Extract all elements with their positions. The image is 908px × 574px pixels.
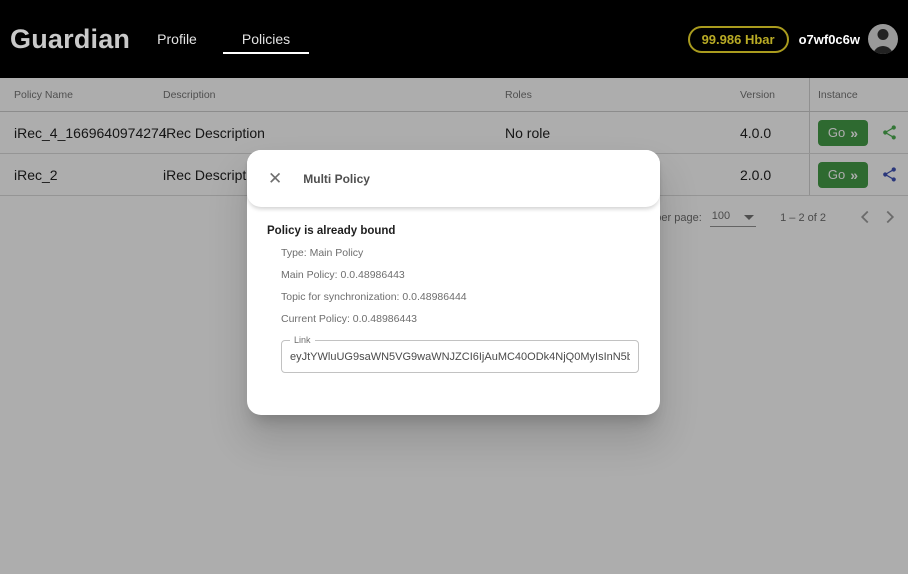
- link-input[interactable]: [290, 351, 630, 363]
- dialog-title: Multi Policy: [303, 172, 370, 186]
- link-field-wrapper: Link: [281, 340, 639, 373]
- tab-policies-label: Policies: [242, 31, 290, 47]
- hbar-balance-badge: 99.986 Hbar: [688, 26, 789, 53]
- username-label: o7wf0c6w: [799, 32, 860, 47]
- tab-profile-label: Profile: [157, 31, 197, 47]
- nav-tabs: Profile Policies: [134, 0, 312, 78]
- avatar-body-shape: [873, 46, 893, 54]
- sync-topic-text: Topic for synchronization: 0.0.48986444: [281, 291, 640, 304]
- tab-policies[interactable]: Policies: [223, 0, 309, 78]
- top-nav-bar: Guardian Profile Policies 99.986 Hbar o7…: [0, 0, 908, 78]
- nav-right-group: 99.986 Hbar o7wf0c6w: [688, 24, 898, 54]
- link-field-label: Link: [290, 335, 315, 345]
- policy-bound-heading: Policy is already bound: [267, 225, 640, 237]
- multi-policy-dialog: ✕ Multi Policy Policy is already bound T…: [247, 150, 660, 415]
- tab-profile[interactable]: Profile: [134, 0, 220, 78]
- dialog-header: ✕ Multi Policy: [247, 150, 660, 207]
- main-policy-text: Main Policy: 0.0.48986443: [281, 269, 640, 282]
- current-policy-text: Current Policy: 0.0.48986443: [281, 313, 640, 326]
- guardian-logo: Guardian: [10, 24, 114, 55]
- policy-type-text: Type: Main Policy: [281, 247, 640, 260]
- avatar-head-shape: [878, 29, 889, 40]
- close-icon[interactable]: ✕: [268, 170, 282, 187]
- dialog-body: Policy is already bound Type: Main Polic…: [247, 207, 660, 373]
- user-avatar-icon[interactable]: [868, 24, 898, 54]
